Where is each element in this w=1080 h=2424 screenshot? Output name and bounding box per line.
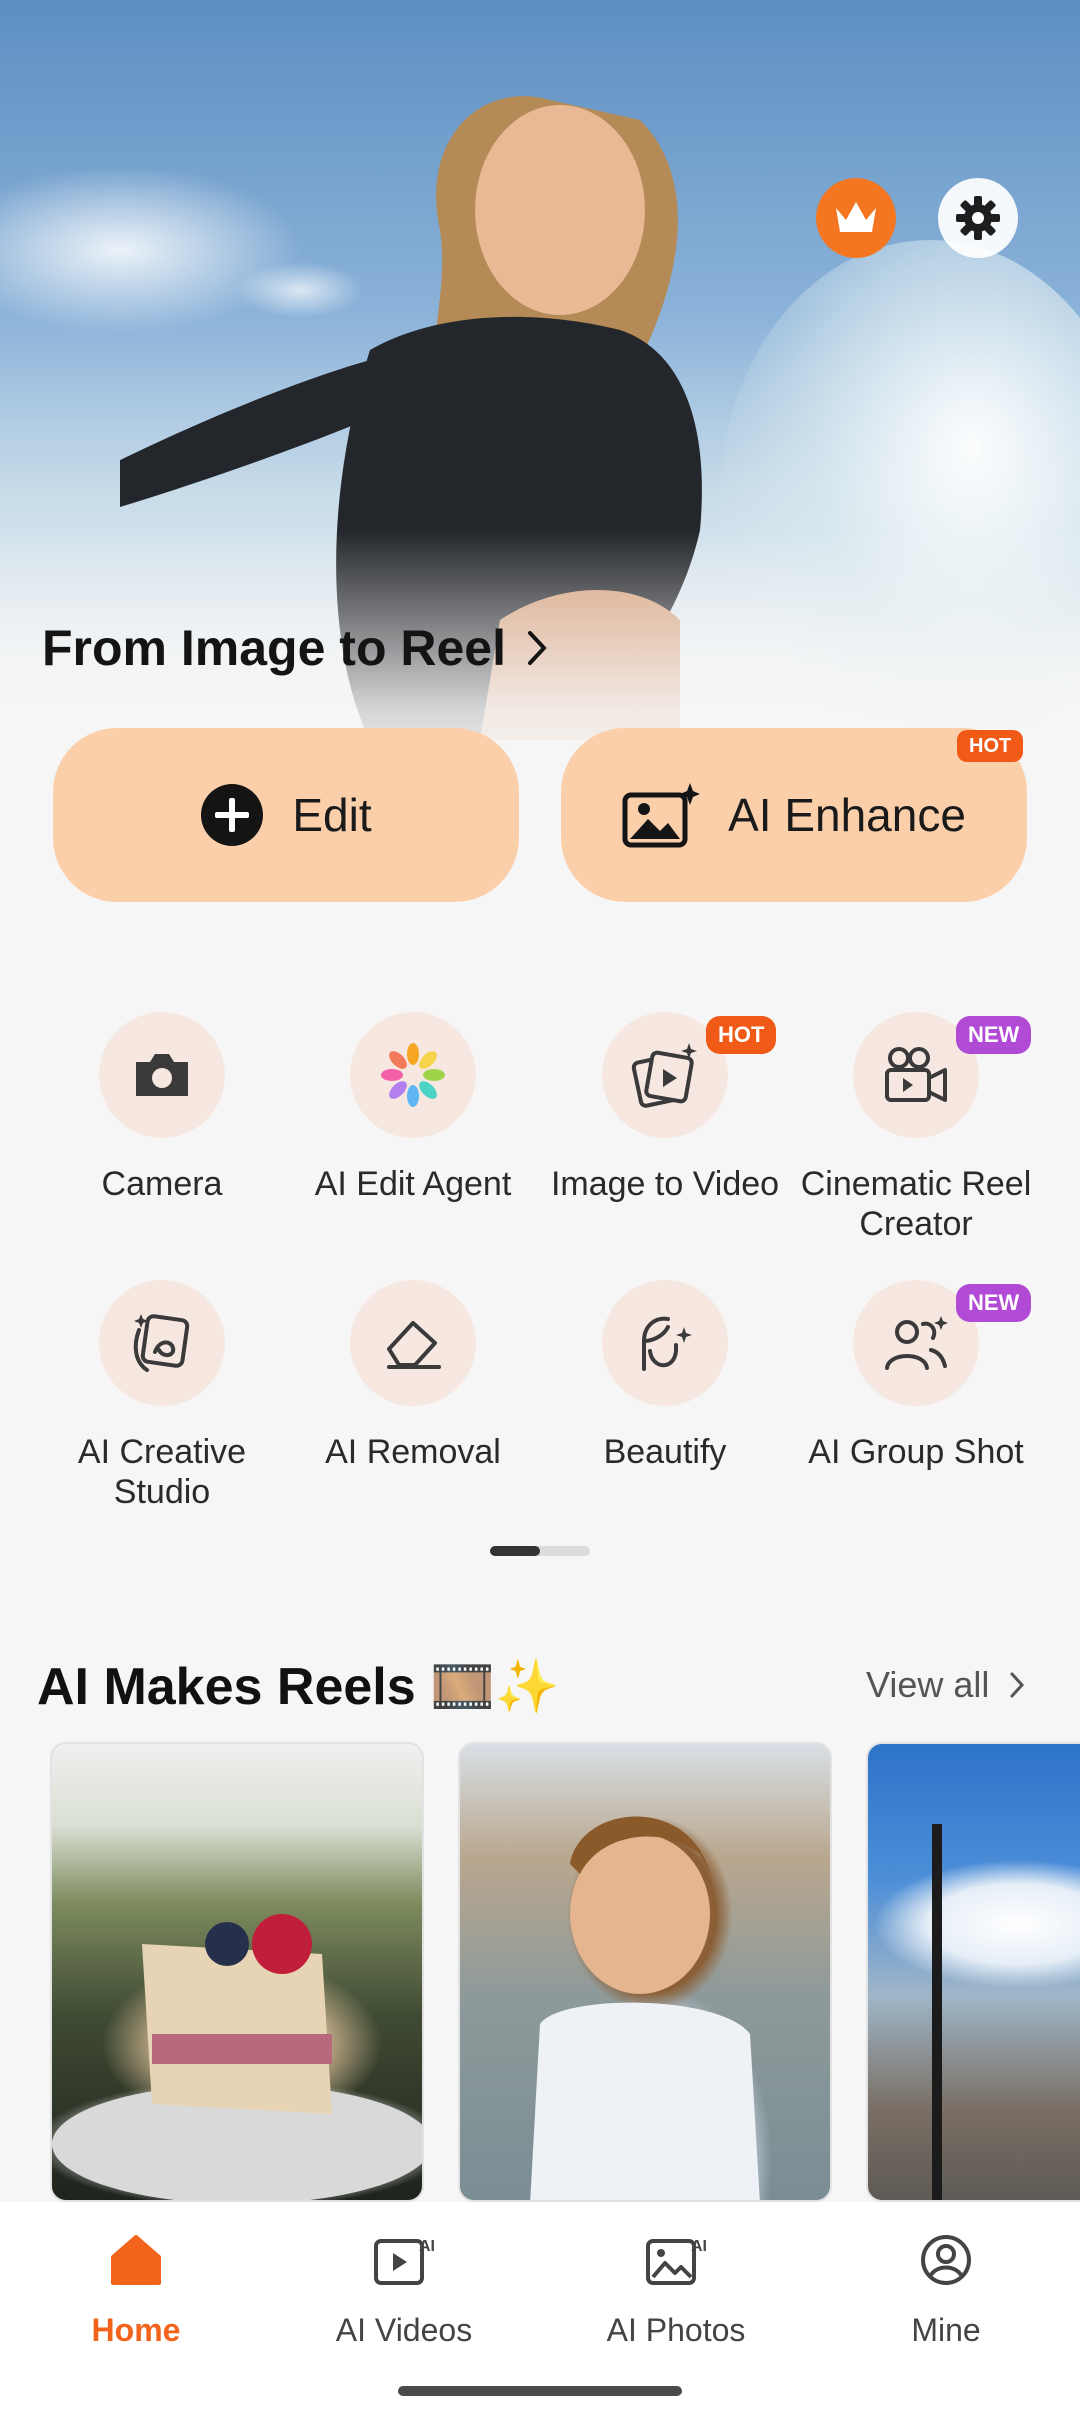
street-lamp (932, 1824, 942, 2200)
face-sparkle-icon (642, 1316, 692, 1371)
tool-camera[interactable]: Camera (37, 1012, 287, 1204)
hero-title: From Image to Reel (42, 620, 506, 676)
svg-text:AI: AI (419, 2238, 435, 2255)
tool-ai-removal-circle (350, 1280, 476, 1406)
tool-beautify[interactable]: Beautify (540, 1280, 790, 1472)
image-sparkle-icon (622, 783, 701, 848)
cake-thumbnail (52, 1914, 422, 2200)
new-badge: NEW (956, 1284, 1032, 1322)
nav-label: AI Videos (335, 2312, 473, 2348)
reel-card[interactable] (50, 1742, 424, 2202)
tool-label: AI Group Shot (808, 1433, 1024, 1471)
chevron-right-icon (528, 631, 547, 665)
page-indicator-active (490, 1546, 540, 1556)
tool-ai-creative-studio-circle (99, 1280, 225, 1406)
crown-icon (836, 202, 876, 232)
tool-label: Camera (101, 1165, 223, 1203)
hero-title-link[interactable]: From Image to Reel (42, 618, 548, 678)
ai-enhance-label: AI Enhance (728, 789, 966, 841)
premium-button[interactable] (816, 178, 896, 258)
tool-beautify-circle (602, 1280, 728, 1406)
chevron-right-icon (1010, 1672, 1025, 1698)
nav-mine[interactable]: Mine (846, 2222, 1046, 2349)
tool-label: Cinematic Reel Creator (800, 1165, 1032, 1243)
new-badge: NEW (956, 1016, 1032, 1054)
hot-badge: HOT (706, 1016, 777, 1054)
tool-label: AI Edit Agent (314, 1165, 512, 1203)
reels-title-text: AI Makes Reels 🎞️✨ (37, 1658, 560, 1716)
tool-camera-circle (99, 1012, 225, 1138)
edit-label: Edit (292, 789, 372, 841)
home-icon (111, 2235, 161, 2285)
reel-card[interactable] (866, 1742, 1080, 2202)
ai-videos-icon: AI (374, 2238, 435, 2285)
color-wheel-icon (381, 1043, 445, 1107)
ai-photos-icon: AI (646, 2238, 707, 2285)
reels-section-title: AI Makes Reels 🎞️✨ (37, 1656, 560, 1717)
tool-ai-removal[interactable]: AI Removal (288, 1280, 538, 1472)
nav-ai-videos[interactable]: AI AI Videos (304, 2222, 504, 2349)
nav-home[interactable]: Home (36, 2222, 236, 2349)
nav-ai-photos[interactable]: AI AI Photos (576, 2222, 776, 2349)
hot-badge: HOT (957, 730, 1024, 762)
movie-camera-icon (885, 1047, 947, 1102)
tool-ai-edit-agent-circle (350, 1012, 476, 1138)
tool-ai-creative-studio[interactable]: AI Creative Studio (37, 1280, 287, 1512)
tools-page-indicator (490, 1546, 590, 1556)
tool-label: AI Creative Studio (77, 1433, 247, 1511)
creative-studio-icon (133, 1314, 190, 1372)
edit-button[interactable]: Edit (53, 728, 519, 902)
tool-label: Image to Video (550, 1165, 780, 1203)
view-all-link[interactable]: View all (866, 1664, 1025, 1706)
group-icon (885, 1316, 948, 1370)
nav-label: Home (91, 2312, 181, 2348)
nav-label: Mine (911, 2312, 981, 2348)
eraser-icon (387, 1321, 441, 1369)
reel-card[interactable] (458, 1742, 832, 2202)
image-to-video-icon (631, 1043, 697, 1108)
tool-label: Beautify (603, 1433, 727, 1471)
boy-thumbnail (530, 1816, 760, 2200)
gear-icon (956, 196, 1000, 240)
hero-banner[interactable]: From Image to Reel (0, 0, 1080, 790)
plus-circle-icon (201, 784, 264, 846)
tool-label: AI Removal (325, 1433, 501, 1471)
tool-ai-edit-agent[interactable]: AI Edit Agent (288, 1012, 538, 1204)
nav-label: AI Photos (606, 2312, 746, 2348)
profile-icon (921, 2235, 971, 2285)
settings-button[interactable] (938, 178, 1018, 258)
home-indicator (398, 2386, 682, 2396)
svg-text:AI: AI (691, 2238, 707, 2255)
view-all-label: View all (866, 1664, 990, 1705)
camera-icon (136, 1054, 188, 1096)
